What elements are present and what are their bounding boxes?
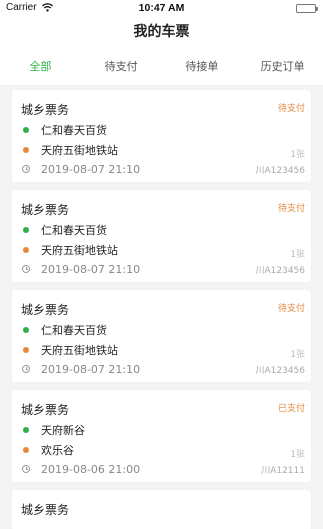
battery-icon [296, 4, 318, 13]
departure-time: 2019-08-07 21:10 [41, 362, 141, 376]
status-badge: 待支付 [277, 204, 305, 214]
origin-label: 仁和春天百货 [41, 124, 107, 137]
status-badge: 已支付 [277, 404, 305, 414]
clock-icon [22, 165, 30, 173]
origin-label: 仁和春天百货 [41, 224, 107, 237]
destination-dot-icon [23, 247, 29, 253]
clock-icon [22, 265, 30, 273]
tab-pending-accept[interactable]: 待接单 [162, 48, 243, 85]
plate-number: 川A123456 [255, 266, 305, 276]
destination-dot-icon [23, 347, 29, 353]
destination-dot-icon [23, 147, 29, 153]
departure-time: 2019-08-07 21:10 [41, 262, 141, 276]
ticket-type: 城乡票务 [21, 303, 70, 317]
ticket-card[interactable]: 城乡票务 [12, 490, 311, 529]
ticket-card[interactable]: 城乡票务 待支付 仁和春天百货 天府五街地铁站 1张 2019-08-07 21… [12, 290, 311, 382]
destination-label: 天府五街地铁站 [41, 144, 118, 157]
destination-label: 天府五街地铁站 [41, 344, 118, 357]
clock-time: 10:47 AM [138, 2, 185, 14]
origin-dot-icon [23, 327, 29, 333]
origin-dot-icon [23, 427, 29, 433]
ticket-card[interactable]: 城乡票务 待支付 仁和春天百货 天府五街地铁站 1张 2019-08-07 21… [12, 90, 311, 182]
ticket-type: 城乡票务 [21, 203, 70, 217]
destination-dot-icon [23, 447, 29, 453]
ticket-type: 城乡票务 [21, 503, 70, 517]
origin-dot-icon [23, 127, 29, 133]
departure-time: 2019-08-07 21:10 [41, 162, 141, 176]
tab-bar: 全部 待支付 待接单 历史订单 [0, 48, 323, 86]
status-badge: 待支付 [277, 304, 305, 314]
status-bar: Carrier 10:47 AM [0, 0, 323, 17]
ticket-type: 城乡票务 [21, 403, 70, 417]
origin-dot-icon [23, 227, 29, 233]
nav-bar: 我的车票 [0, 17, 323, 48]
ticket-count: 1张 [290, 250, 305, 260]
departure-time: 2019-08-06 21:00 [41, 462, 141, 476]
ticket-card[interactable]: 城乡票务 待支付 仁和春天百货 天府五街地铁站 1张 2019-08-07 21… [12, 190, 311, 282]
ticket-count: 1张 [290, 350, 305, 360]
ticket-list: 城乡票务 待支付 仁和春天百货 天府五街地铁站 1张 2019-08-07 21… [12, 90, 311, 529]
destination-label: 欢乐谷 [41, 444, 74, 457]
ticket-count: 1张 [290, 450, 305, 460]
plate-number: 川A12111 [261, 466, 305, 476]
plate-number: 川A123456 [255, 366, 305, 376]
origin-label: 天府新谷 [41, 424, 85, 437]
tab-pending-payment[interactable]: 待支付 [81, 48, 162, 85]
ticket-type: 城乡票务 [21, 103, 70, 117]
page-title: 我的车票 [133, 24, 190, 40]
tab-all[interactable]: 全部 [0, 48, 81, 85]
status-badge: 待支付 [277, 104, 305, 114]
origin-label: 仁和春天百货 [41, 324, 107, 337]
plate-number: 川A123456 [255, 166, 305, 176]
tab-history[interactable]: 历史订单 [242, 48, 323, 85]
clock-icon [22, 465, 30, 473]
ticket-card[interactable]: 城乡票务 已支付 天府新谷 欢乐谷 1张 2019-08-06 21:00 川A… [12, 390, 311, 482]
destination-label: 天府五街地铁站 [41, 244, 118, 257]
clock-icon [22, 365, 30, 373]
ticket-count: 1张 [290, 150, 305, 160]
